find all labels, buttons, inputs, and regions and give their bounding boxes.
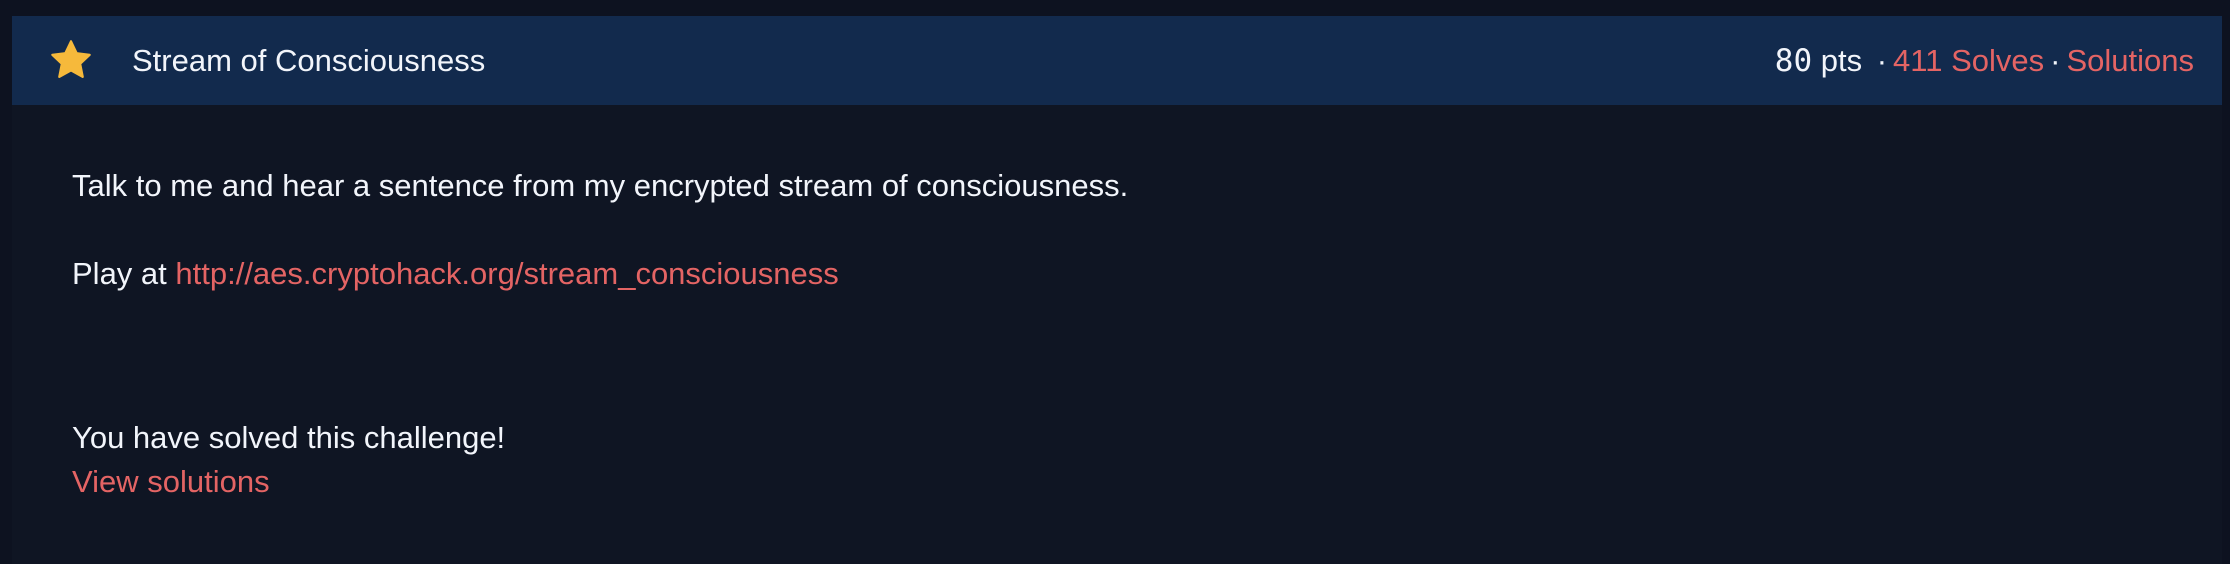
view-solutions-link[interactable]: View solutions bbox=[72, 464, 270, 499]
solved-message: You have solved this challenge! bbox=[72, 420, 506, 455]
play-prefix: Play at bbox=[72, 256, 176, 291]
challenge-title: Stream of Consciousness bbox=[132, 43, 486, 78]
points-suffix: pts bbox=[1812, 43, 1863, 78]
challenge-url-link[interactable]: http://aes.cryptohack.org/stream_conscio… bbox=[175, 256, 838, 291]
meta-separator: · bbox=[2050, 43, 2061, 78]
solves-link[interactable]: 411 Solves bbox=[1893, 43, 2044, 78]
challenge-header[interactable]: Stream of Consciousness 80 pts · 411 Solv… bbox=[12, 16, 2222, 105]
meta-separator: · bbox=[1876, 43, 1888, 78]
points-value: 80 bbox=[1774, 43, 1813, 79]
challenge-meta: 80 pts · 411 Solves · Solutions bbox=[1775, 16, 2194, 105]
page: Stream of Consciousness 80 pts · 411 Solv… bbox=[0, 0, 2230, 564]
view-solutions-line: View solutions bbox=[72, 464, 270, 500]
solutions-link[interactable]: Solutions bbox=[2066, 43, 2194, 78]
play-line: Play at http://aes.cryptohack.org/stream… bbox=[72, 256, 839, 292]
challenge-description: Talk to me and hear a sentence from my e… bbox=[72, 168, 1129, 203]
star-icon bbox=[51, 40, 91, 78]
